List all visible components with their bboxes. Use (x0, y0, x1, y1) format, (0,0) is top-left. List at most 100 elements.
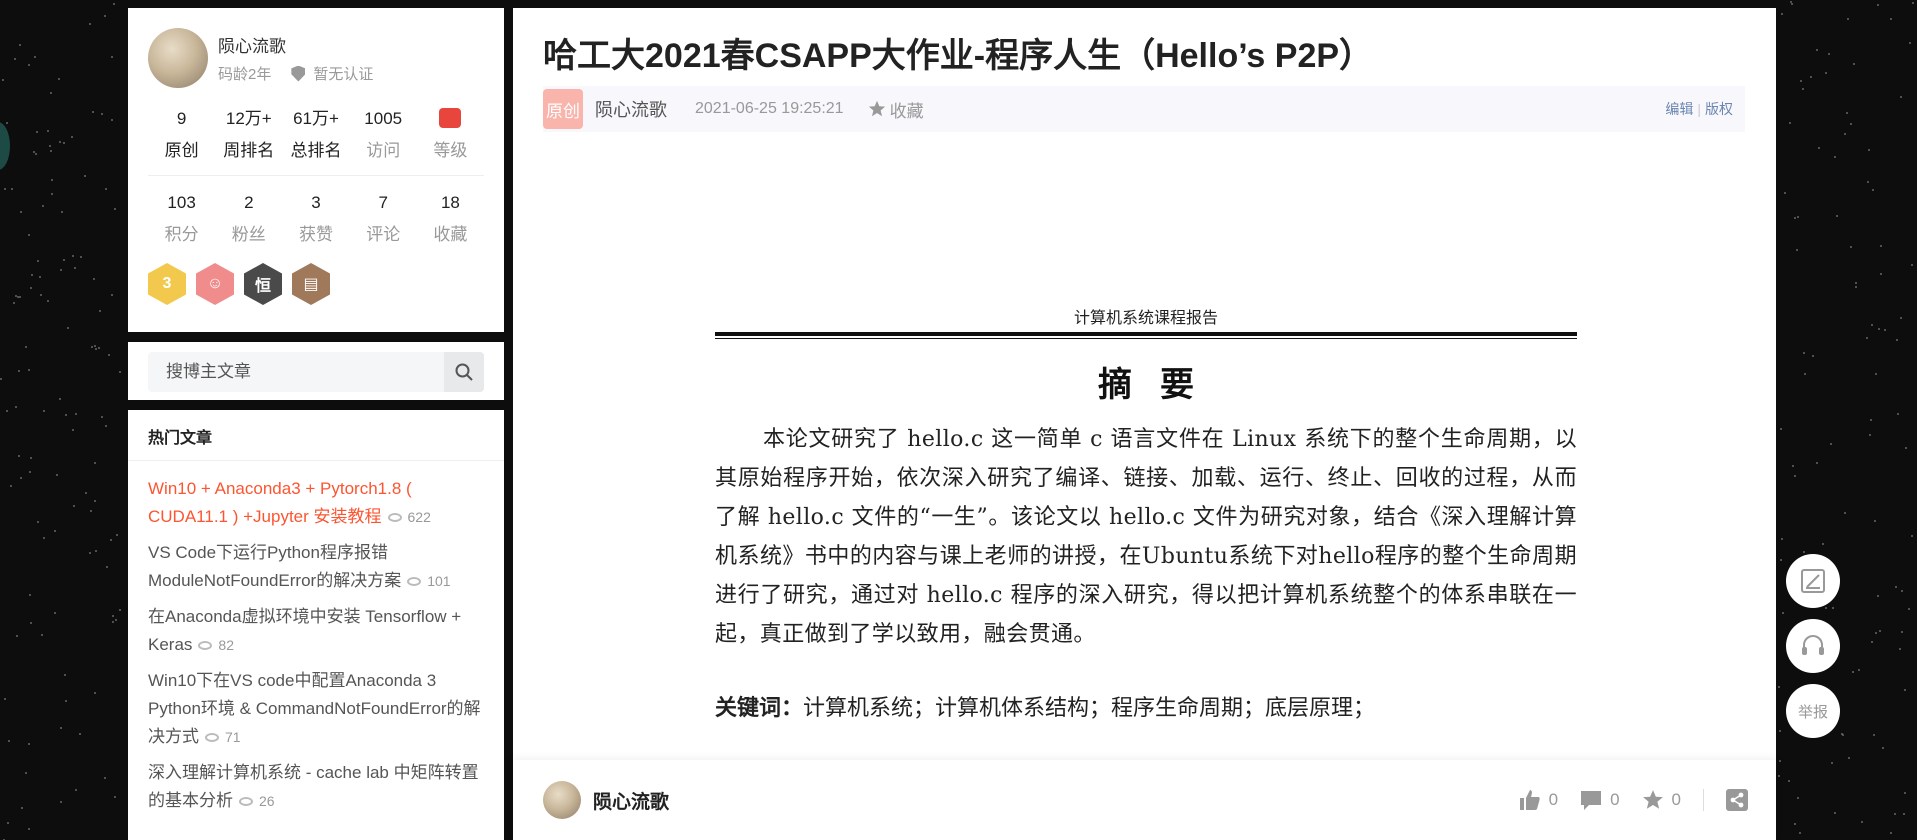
star-dot (1846, 112, 1849, 115)
article-link[interactable]: 深入理解计算机系统 - cache lab 中矩阵转置的基本分析 (148, 763, 479, 810)
article-link[interactable]: 在Anaconda虚拟环境中安装 Tensorflow + Keras (148, 607, 461, 654)
star-dot (1781, 537, 1784, 540)
stat-total-rank[interactable]: 61万+ 总排名 (282, 106, 349, 161)
star-dot (1841, 734, 1844, 737)
star-dot (91, 346, 94, 349)
star-dot (92, 277, 95, 280)
stat-label: 评论 (366, 225, 401, 244)
star-dot (1890, 17, 1893, 20)
like-button[interactable]: 0 (1519, 789, 1558, 811)
edit-link[interactable]: 编辑 (1665, 101, 1693, 117)
star-dot (64, 699, 67, 702)
article-link[interactable]: Win10 + Anaconda3 + Pytorch1.8 ( CUDA11.… (148, 479, 412, 526)
star-dot (113, 796, 116, 799)
stat-label: 访问 (366, 141, 401, 160)
star-dot (1875, 631, 1878, 634)
star-dot (1789, 122, 1792, 125)
star-dot (59, 398, 62, 401)
star-dot (1793, 216, 1796, 219)
avatar[interactable] (148, 28, 208, 88)
report-button[interactable]: 举报 (1786, 684, 1840, 738)
star-dot (27, 234, 30, 237)
star-dot (50, 178, 53, 181)
hot-articles-card: 热门文章 Win10 + Anaconda3 + Pytorch1.8 ( CU… (128, 410, 504, 840)
star-dot (1894, 813, 1897, 816)
favorite-action-button[interactable]: 0 (1642, 789, 1681, 811)
like-count: 0 (1548, 790, 1559, 809)
star-dot (1868, 433, 1871, 436)
badge-icon[interactable]: ☺ (196, 263, 234, 305)
list-item[interactable]: Win10 + Anaconda3 + Pytorch1.8 ( CUDA11.… (148, 475, 484, 531)
article-link[interactable]: VS Code下运行Python程序报错ModuleNotFoundError的… (148, 543, 401, 590)
star-dot (93, 345, 96, 348)
star-dot (111, 620, 114, 623)
meta-author[interactable]: 陨心流歌 (595, 96, 667, 122)
customer-service-button[interactable] (1786, 619, 1840, 673)
list-item[interactable]: Win10下在VS code中配置Anaconda 3 Python环境 & C… (148, 667, 484, 751)
meta-date: 2021-06-25 19:25:21 (695, 100, 844, 117)
star-dot (1803, 373, 1806, 376)
list-item[interactable]: 深入理解计算机系统 - cache lab 中矩阵转置的基本分析 26 (148, 759, 484, 815)
star-dot (1869, 419, 1872, 422)
badge-icon[interactable]: 恒 (244, 263, 282, 305)
favorite-button[interactable]: 收藏 (868, 97, 924, 122)
star-dot (0, 378, 3, 381)
search-button[interactable] (444, 352, 484, 392)
share-icon (1726, 789, 1748, 811)
search-icon (455, 363, 473, 381)
star-dot (85, 491, 88, 494)
star-dot (103, 776, 106, 779)
article-link[interactable]: Win10下在VS code中配置Anaconda 3 Python环境 & C… (148, 671, 481, 746)
list-item[interactable]: VS Code下运行Python程序报错ModuleNotFoundError的… (148, 539, 484, 595)
star-dot (106, 566, 109, 569)
hot-articles-title: 热门文章 (128, 410, 504, 461)
stat-fans[interactable]: 2 粉丝 (215, 190, 282, 245)
star-dot (1847, 18, 1850, 21)
doc-header: 计算机系统课程报告 (1073, 308, 1218, 327)
stat-week-rank[interactable]: 12万+ 周排名 (215, 106, 282, 161)
star-dot (50, 149, 53, 152)
stat-label: 粉丝 (231, 225, 266, 244)
badge-icon[interactable]: 3 (148, 263, 186, 305)
star-dot (8, 740, 11, 743)
star-dot (1850, 245, 1853, 248)
star-dot (1794, 475, 1797, 478)
star-dot (1901, 630, 1904, 633)
star-dot (19, 477, 22, 480)
background-planet (0, 122, 10, 170)
comment-button[interactable]: 0 (1580, 789, 1620, 811)
stat-value: 9 (176, 109, 187, 128)
star-dot (110, 539, 113, 542)
avatar[interactable] (543, 781, 581, 819)
doc-abstract: 本论文研究了 hello.c 这一简单 c 语言文件在 Linux 系统下的整个… (715, 427, 1577, 647)
star-dot (94, 499, 97, 502)
stat-likes: 3 获赞 (282, 190, 349, 245)
stat-original[interactable]: 9 原创 (148, 106, 215, 161)
star-dot (1797, 797, 1800, 800)
badge-icon[interactable]: ▤ (292, 263, 330, 305)
star-dot (42, 410, 45, 413)
write-button[interactable] (1786, 554, 1840, 608)
article-document: 计算机系统课程报告 摘要 本论文研究了 hello.c 这一简单 c 语言文件在… (715, 304, 1577, 722)
star-dot (1780, 427, 1783, 430)
star-dot (1815, 48, 1818, 51)
star-dot (1901, 590, 1904, 593)
article-title: 哈工大2021春CSAPP大作业-程序人生（Hello’s P2P） (543, 37, 1374, 75)
share-button[interactable] (1726, 789, 1748, 811)
stat-label: 周排名 (223, 141, 275, 160)
profile-name[interactable]: 陨心流歌 (218, 32, 373, 57)
list-item[interactable]: 在Anaconda虚拟环境中安装 Tensorflow + Keras 82 (148, 603, 484, 659)
star-dot (1871, 641, 1874, 644)
eye-icon (407, 577, 422, 586)
view-count: 71 (205, 729, 241, 745)
bottom-author-name[interactable]: 陨心流歌 (593, 787, 669, 814)
star-dot (105, 425, 108, 428)
star-dot (1866, 337, 1869, 340)
copyright-link[interactable]: 版权 (1705, 101, 1733, 117)
stat-level[interactable]: 等级 (417, 106, 484, 161)
search-input[interactable] (148, 352, 444, 392)
star-dot (14, 405, 17, 408)
stat-value: 1005 (364, 109, 403, 128)
star-dot (1908, 608, 1911, 611)
edit-icon (1801, 569, 1825, 593)
